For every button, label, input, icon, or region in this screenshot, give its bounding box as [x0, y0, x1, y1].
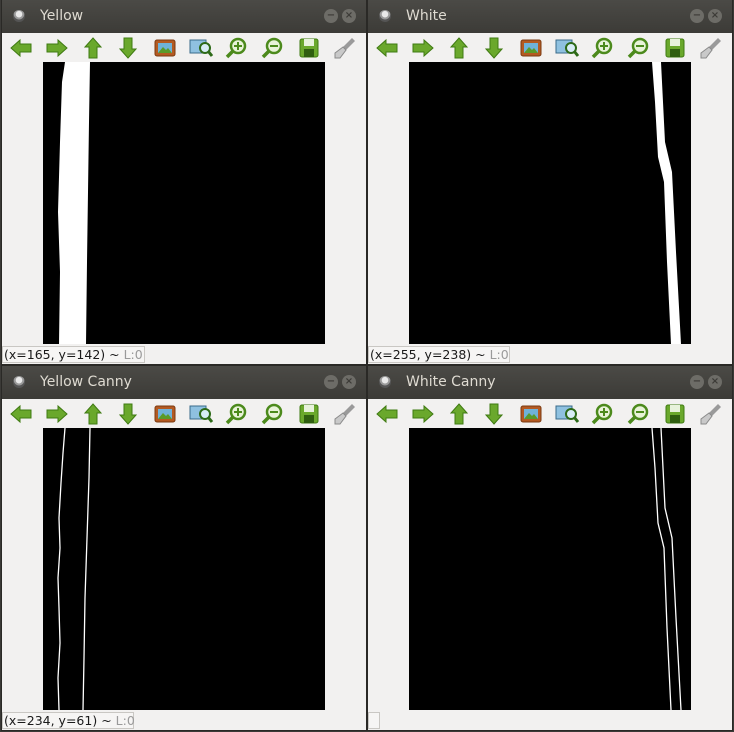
pan-left-icon[interactable] — [8, 35, 34, 61]
properties-icon[interactable] — [332, 35, 358, 61]
zoom-fit-icon[interactable] — [518, 35, 544, 61]
pan-down-icon[interactable] — [115, 401, 141, 427]
level-readout: L:0 — [123, 347, 143, 362]
zoom-in-icon[interactable] — [590, 401, 616, 427]
zoom-fit-icon[interactable] — [518, 401, 544, 427]
pan-left-icon[interactable] — [374, 35, 400, 61]
zoom-original-icon[interactable] — [554, 401, 580, 427]
zoom-in-icon[interactable] — [224, 35, 250, 61]
status-bar — [368, 711, 732, 730]
image-view[interactable] — [409, 428, 691, 710]
close-button[interactable]: × — [708, 375, 722, 389]
title-bar[interactable]: Yellow − × — [2, 0, 366, 33]
zoom-in-icon[interactable] — [590, 35, 616, 61]
white-mask-image — [652, 62, 681, 344]
pan-down-icon[interactable] — [481, 401, 507, 427]
app-icon — [379, 10, 391, 22]
level-readout: L:0 — [489, 347, 509, 362]
pan-up-icon[interactable] — [80, 35, 106, 61]
status-bar: (x=234, y=61) ~ L:0 — [2, 711, 366, 730]
yellow-mask-image — [58, 62, 90, 344]
zoom-original-icon[interactable] — [188, 401, 214, 427]
image-view[interactable] — [43, 428, 325, 710]
window-title: Yellow Canny — [40, 374, 132, 390]
status-text: (x=234, y=61) ~ L:0 — [4, 713, 135, 728]
title-bar[interactable]: Yellow Canny − × — [2, 366, 366, 399]
status-separator: ~ — [97, 713, 116, 728]
close-button[interactable]: × — [342, 375, 356, 389]
properties-icon[interactable] — [698, 401, 724, 427]
window-yellow-canny: Yellow Canny − × (x=234, y=61) ~ L:0 — [2, 366, 366, 730]
properties-icon[interactable] — [698, 35, 724, 61]
app-icon — [13, 376, 25, 388]
app-icon — [13, 10, 25, 22]
toolbar — [2, 399, 366, 427]
level-readout: L:0 — [115, 713, 135, 728]
status-box — [368, 712, 380, 729]
white-edges-image — [651, 428, 682, 710]
save-icon[interactable] — [662, 35, 688, 61]
zoom-fit-icon[interactable] — [152, 401, 178, 427]
close-button[interactable]: × — [708, 9, 722, 23]
window-title: White — [406, 8, 447, 24]
pan-down-icon[interactable] — [115, 35, 141, 61]
cursor-coords: (x=165, y=142) — [4, 347, 106, 362]
status-bar: (x=165, y=142) ~ L:0 — [2, 345, 366, 364]
status-text: (x=255, y=238) ~ L:0 — [370, 347, 509, 362]
status-separator: ~ — [105, 347, 124, 362]
pan-right-icon[interactable] — [44, 35, 70, 61]
zoom-out-icon[interactable] — [626, 401, 652, 427]
pan-up-icon[interactable] — [446, 35, 472, 61]
pan-up-icon[interactable] — [80, 401, 106, 427]
image-view[interactable] — [43, 62, 325, 344]
zoom-out-icon[interactable] — [626, 35, 652, 61]
status-text: (x=165, y=142) ~ L:0 — [4, 347, 143, 362]
pan-left-icon[interactable] — [8, 401, 34, 427]
save-icon[interactable] — [296, 35, 322, 61]
zoom-original-icon[interactable] — [554, 35, 580, 61]
yellow-edges-image — [57, 428, 91, 710]
zoom-fit-icon[interactable] — [152, 35, 178, 61]
save-icon[interactable] — [662, 401, 688, 427]
image-view[interactable] — [409, 62, 691, 344]
minimize-button[interactable]: − — [690, 9, 704, 23]
pan-down-icon[interactable] — [481, 35, 507, 61]
toolbar — [2, 33, 366, 61]
pan-left-icon[interactable] — [374, 401, 400, 427]
zoom-original-icon[interactable] — [188, 35, 214, 61]
minimize-button[interactable]: − — [324, 9, 338, 23]
pan-right-icon[interactable] — [44, 401, 70, 427]
window-white: White − × (x=255, y=238) ~ L:0 — [368, 0, 732, 364]
zoom-out-icon[interactable] — [260, 35, 286, 61]
title-bar[interactable]: White − × — [368, 0, 732, 33]
pan-up-icon[interactable] — [446, 401, 472, 427]
window-white-canny: White Canny − × — [368, 366, 732, 730]
cursor-coords: (x=234, y=61) — [4, 713, 98, 728]
zoom-out-icon[interactable] — [260, 401, 286, 427]
title-bar[interactable]: White Canny − × — [368, 366, 732, 399]
zoom-in-icon[interactable] — [224, 401, 250, 427]
close-button[interactable]: × — [342, 9, 356, 23]
toolbar — [368, 33, 732, 61]
minimize-button[interactable]: − — [690, 375, 704, 389]
window-title: Yellow — [40, 8, 84, 24]
cursor-coords: (x=255, y=238) — [370, 347, 472, 362]
pan-right-icon[interactable] — [410, 401, 436, 427]
app-icon — [379, 376, 391, 388]
status-separator: ~ — [471, 347, 490, 362]
minimize-button[interactable]: − — [324, 375, 338, 389]
properties-icon[interactable] — [332, 401, 358, 427]
window-yellow: Yellow − × (x=165, y=142) ~ L:0 — [2, 0, 366, 364]
save-icon[interactable] — [296, 401, 322, 427]
pan-right-icon[interactable] — [410, 35, 436, 61]
toolbar — [368, 399, 732, 427]
window-title: White Canny — [406, 374, 496, 390]
status-bar: (x=255, y=238) ~ L:0 — [368, 345, 732, 364]
